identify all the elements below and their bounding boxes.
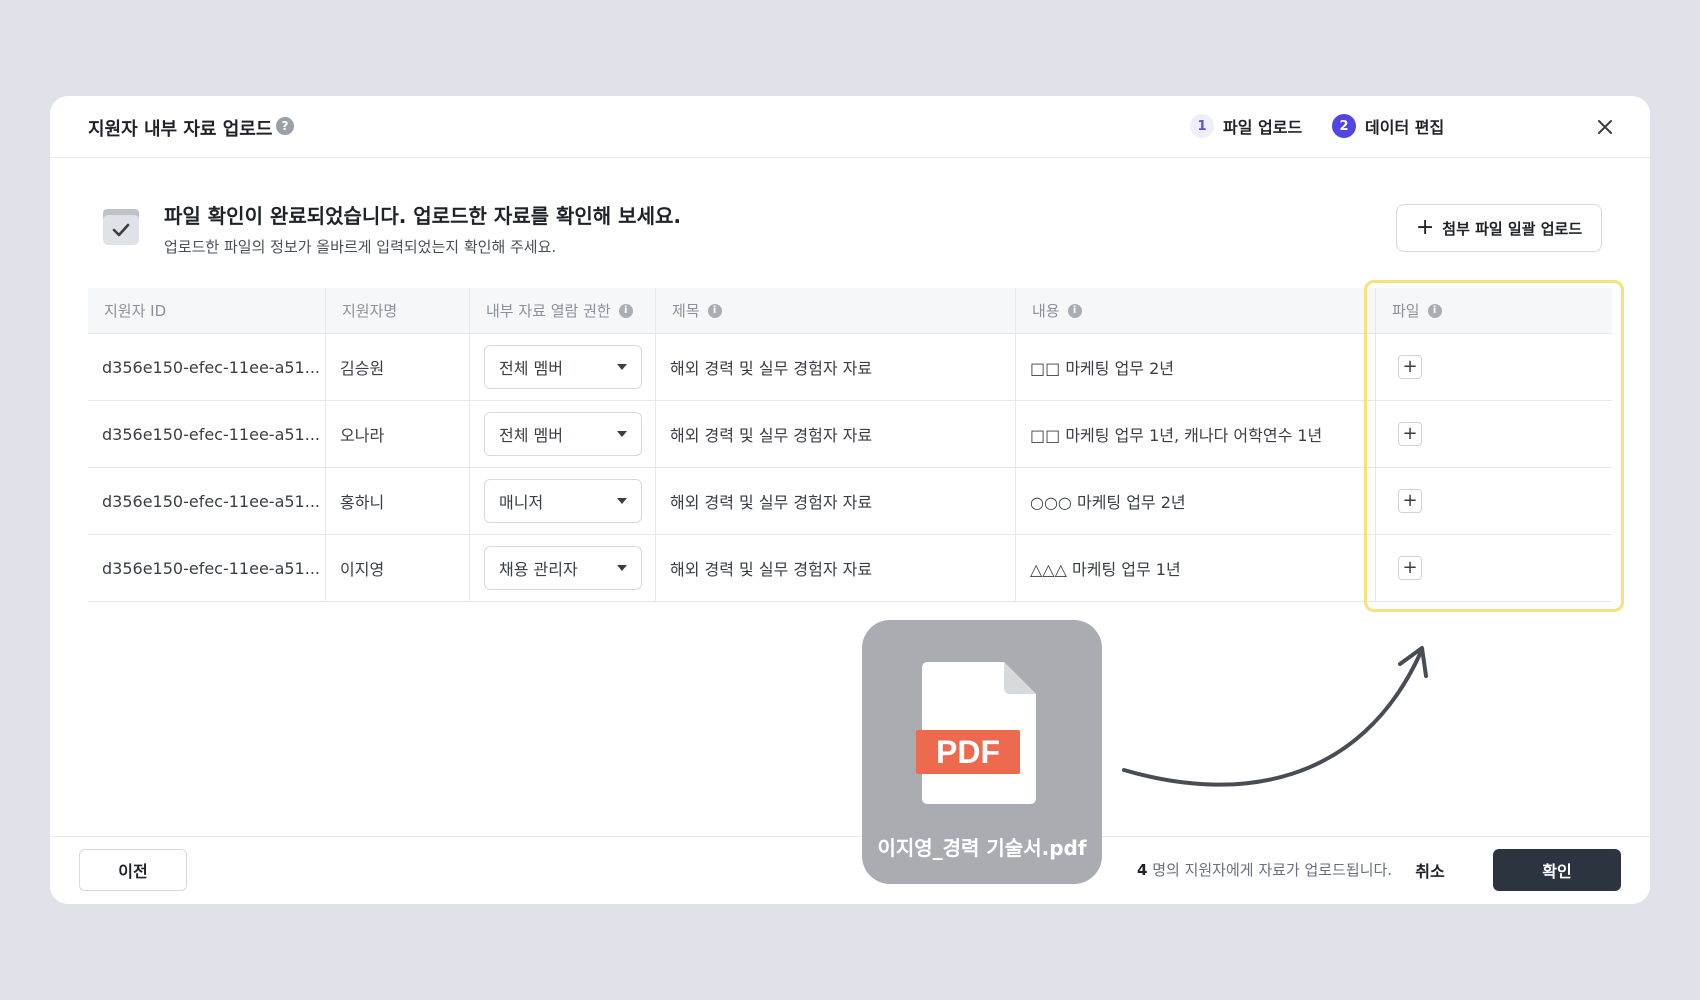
permission-select[interactable]: 전체 멤버 — [484, 345, 642, 389]
step-number: 2 — [1332, 114, 1356, 138]
caret-down-icon — [617, 565, 627, 571]
permission-select[interactable]: 전체 멤버 — [484, 412, 642, 456]
step-number: 1 — [1190, 114, 1214, 138]
header-permission: 내부 자료 열람 권한 i — [470, 288, 656, 333]
modal-title: 지원자 내부 자료 업로드 — [88, 119, 273, 140]
help-icon[interactable]: ? — [276, 117, 294, 135]
cell-title: 해외 경력 및 실무 경험자 자료 — [656, 401, 1016, 467]
prev-button[interactable]: 이전 — [79, 849, 187, 891]
cancel-button[interactable]: 취소 — [1400, 849, 1460, 891]
cell-content: △△△ 마케팅 업무 1년 — [1016, 535, 1376, 601]
info-icon[interactable]: i — [1067, 303, 1082, 318]
file-column-highlight — [1364, 280, 1624, 612]
curved-arrow-icon — [1122, 646, 1428, 787]
permission-select[interactable]: 채용 관리자 — [484, 546, 642, 590]
cell-permission: 전체 멤버 — [470, 334, 656, 400]
cell-applicant-name: 이지영 — [326, 535, 470, 601]
bulk-upload-label: 첨부 파일 일괄 업로드 — [1442, 219, 1583, 238]
cell-content: □□ 마케팅 업무 1년, 캐나다 어학연수 1년 — [1016, 401, 1376, 467]
caret-down-icon — [617, 364, 627, 370]
step-label: 파일 업로드 — [1223, 118, 1303, 137]
cell-title: 해외 경력 및 실무 경험자 자료 — [656, 468, 1016, 534]
cell-permission: 전체 멤버 — [470, 401, 656, 467]
caret-down-icon — [617, 498, 627, 504]
cell-title: 해외 경력 및 실무 경험자 자료 — [656, 334, 1016, 400]
cell-applicant-name: 홍하니 — [326, 468, 470, 534]
step-data-edit[interactable]: 2 데이터 편집 — [1332, 114, 1444, 138]
applicant-count: 4 — [1137, 861, 1148, 879]
close-icon[interactable] — [1594, 116, 1616, 138]
permission-select[interactable]: 매니저 — [484, 479, 642, 523]
upload-summary: 4 명의 지원자에게 자료가 업로드됩니다. — [1137, 861, 1393, 879]
step-file-upload[interactable]: 1 파일 업로드 — [1190, 114, 1302, 138]
cell-permission: 매니저 — [470, 468, 656, 534]
pdf-badge-text: PDF — [936, 734, 1000, 770]
cell-applicant-id: d356e150-efec-11ee-a51... — [88, 334, 326, 400]
bulk-upload-button[interactable]: + 첨부 파일 일괄 업로드 — [1396, 204, 1602, 252]
dragged-file[interactable]: PDF 이지영_경력 기술서.pdf — [862, 620, 1102, 884]
caret-down-icon — [617, 431, 627, 437]
check-box-icon — [103, 209, 139, 245]
cell-permission: 채용 관리자 — [470, 535, 656, 601]
step-label: 데이터 편집 — [1365, 118, 1445, 137]
cell-applicant-id: d356e150-efec-11ee-a51... — [88, 535, 326, 601]
cell-applicant-id: d356e150-efec-11ee-a51... — [88, 401, 326, 467]
cell-title: 해외 경력 및 실무 경험자 자료 — [656, 535, 1016, 601]
header-applicant-name: 지원자명 — [326, 288, 470, 333]
banner-title: 파일 확인이 완료되었습니다. 업로드한 자료를 확인해 보세요. — [164, 204, 681, 228]
cell-applicant-name: 김승원 — [326, 334, 470, 400]
modal-footer: 이전 4 명의 지원자에게 자료가 업로드됩니다. 취소 확인 — [50, 836, 1650, 904]
plus-icon: + — [1415, 215, 1435, 240]
cell-content: □□ 마케팅 업무 2년 — [1016, 334, 1376, 400]
info-icon[interactable]: i — [707, 303, 722, 318]
pdf-file-icon: PDF — [916, 662, 1036, 804]
modal-header: 지원자 내부 자료 업로드 ? 1 파일 업로드 2 데이터 편집 — [50, 96, 1650, 158]
dragged-file-name: 이지영_경력 기술서.pdf — [877, 836, 1087, 860]
header-applicant-id: 지원자 ID — [88, 288, 326, 333]
info-icon[interactable]: i — [618, 303, 633, 318]
confirm-button[interactable]: 확인 — [1493, 849, 1621, 891]
cell-applicant-id: d356e150-efec-11ee-a51... — [88, 468, 326, 534]
cell-content: ○○○ 마케팅 업무 2년 — [1016, 468, 1376, 534]
banner-subtitle: 업로드한 파일의 정보가 올바르게 입력되었는지 확인해 주세요. — [164, 238, 557, 256]
header-content: 내용 i — [1016, 288, 1376, 333]
cell-applicant-name: 오나라 — [326, 401, 470, 467]
header-title: 제목 i — [656, 288, 1016, 333]
